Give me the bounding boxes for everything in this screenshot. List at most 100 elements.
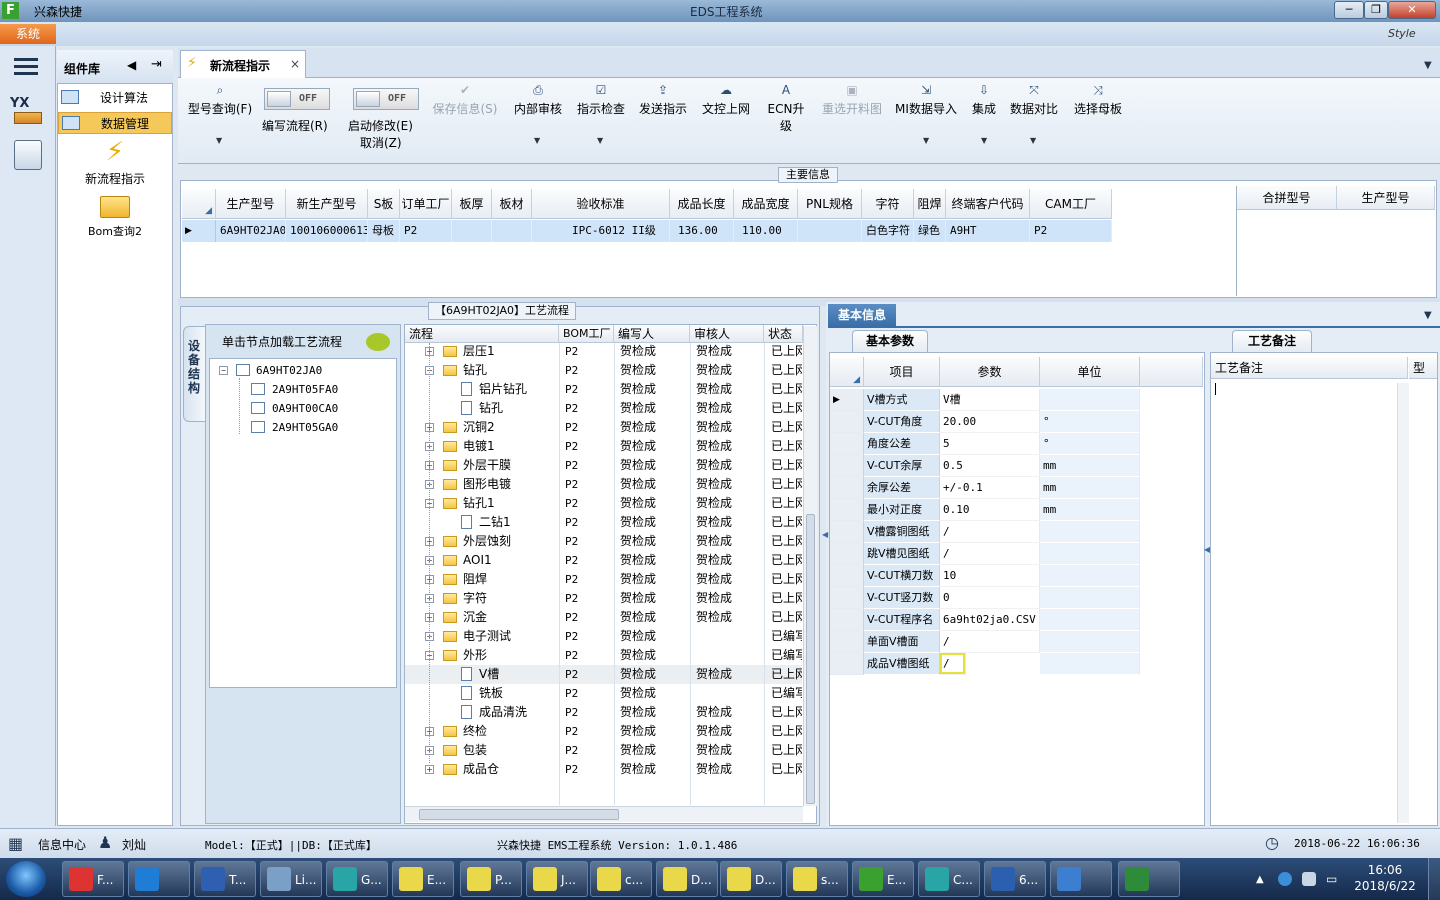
process-row[interactable]: + 字符 P2 贺检成 贺检成 已上网 xyxy=(405,589,802,608)
comp-item-data-management[interactable]: 数据管理 xyxy=(58,112,172,134)
model-query-button[interactable]: ⌕ 型号查询(F) xyxy=(184,84,256,117)
notes-scrollbar[interactable] xyxy=(1397,383,1409,823)
process-row[interactable]: 铣板 P2 贺检成 已编写 xyxy=(405,684,802,703)
taskbar-app-button[interactable]: J... xyxy=(526,861,588,897)
param-value-cell[interactable]: 0 xyxy=(940,587,1040,609)
main-cell[interactable]: A9HT xyxy=(946,220,1030,242)
param-row[interactable]: 单面V槽面 / xyxy=(830,631,1203,653)
dropdown-arrow-icon[interactable]: ▼ xyxy=(597,136,603,145)
restore-button[interactable]: ❐ xyxy=(1364,1,1388,19)
data-compare-button[interactable]: ⤧ 数据对比 xyxy=(1008,84,1060,117)
tree-node[interactable]: 0A9HT00CA0 xyxy=(248,399,388,418)
save-info-button[interactable]: ✔ 保存信息(S) xyxy=(430,84,500,117)
col-header-reviewer[interactable]: 审核人 xyxy=(690,325,764,343)
main-col-header[interactable]: 阻焊 xyxy=(914,189,946,219)
process-row[interactable]: − 钻孔1 P2 贺检成 贺检成 已上网 xyxy=(405,494,802,513)
merge-model-header[interactable]: 合拼型号 xyxy=(1237,186,1337,210)
process-row[interactable]: + 包装 P2 贺检成 贺检成 已上网 xyxy=(405,741,802,760)
param-row[interactable]: V-CUT横刀数 10 xyxy=(830,565,1203,587)
grid-corner[interactable]: ◢ xyxy=(182,189,216,219)
instruction-check-button[interactable]: ☑ 指示检查 xyxy=(575,84,627,117)
param-value-cell[interactable]: / xyxy=(940,521,1040,543)
tab-new-process[interactable]: ⚡ 新流程指示 × xyxy=(180,50,306,78)
param-row[interactable]: V-CUT角度 20.00 ° xyxy=(830,411,1203,433)
main-cell[interactable]: 白色字符 xyxy=(862,220,914,242)
process-row[interactable]: + 阻焊 P2 贺检成 贺检成 已上网 xyxy=(405,570,802,589)
param-row[interactable]: 余厚公差 +/-0.1 mm xyxy=(830,477,1203,499)
style-menu[interactable]: Style xyxy=(1388,27,1416,40)
param-row[interactable]: V-CUT余厚 0.5 mm xyxy=(830,455,1203,477)
taskbar-app-button[interactable]: T... xyxy=(194,861,256,897)
param-value-cell[interactable]: 0.5 xyxy=(940,455,1040,477)
close-button[interactable]: ✕ xyxy=(1388,1,1436,19)
param-row[interactable]: 角度公差 5 ° xyxy=(830,433,1203,455)
process-row[interactable]: + 层压1 P2 贺检成 贺检成 已上网 xyxy=(405,342,802,361)
col-header-process[interactable]: 流程 xyxy=(405,325,559,343)
process-row[interactable]: + 图形电镀 P2 贺检成 贺检成 已上网 xyxy=(405,475,802,494)
process-row[interactable]: V槽 P2 贺检成 贺检成 已上网 xyxy=(405,665,802,684)
col-header-param[interactable]: 参数 xyxy=(940,357,1040,387)
select-motherboard-button[interactable]: ⤨ 选择母板 xyxy=(1071,84,1125,117)
param-value-cell[interactable]: 10 xyxy=(940,565,1040,587)
main-cell[interactable]: IPC-6012 II级 xyxy=(532,220,670,242)
write-flow-toggle[interactable]: OFF xyxy=(264,88,330,110)
param-value-cell[interactable]: / xyxy=(940,543,1040,565)
param-row[interactable]: V-CUT竖刀数 0 xyxy=(830,587,1203,609)
main-cell[interactable] xyxy=(798,220,862,242)
taskbar-app-button[interactable]: 6... xyxy=(984,861,1046,897)
taskbar-app-button[interactable]: C... xyxy=(918,861,980,897)
main-col-header[interactable]: 订单工厂 xyxy=(400,189,452,219)
tray-network-icon[interactable] xyxy=(1278,872,1292,886)
param-row[interactable]: V-CUT程序名 6a9ht02ja0.CSV xyxy=(830,609,1203,631)
process-row[interactable]: + 成品仓 P2 贺检成 贺检成 已上网 xyxy=(405,760,802,779)
main-cell[interactable]: 10010600061320 xyxy=(286,220,368,242)
taskbar-app-button[interactable]: D... xyxy=(720,861,782,897)
process-row[interactable]: + AOI1 P2 贺检成 贺检成 已上网 xyxy=(405,551,802,570)
splitter-left-arrow-icon[interactable]: ◀ xyxy=(822,530,828,539)
main-cell[interactable]: P2 xyxy=(1030,220,1112,242)
minimize-button[interactable]: ─ xyxy=(1334,1,1364,19)
taskbar-app-button[interactable] xyxy=(1050,861,1112,897)
mi-data-import-button[interactable]: ⇲ MI数据导入 xyxy=(894,84,958,117)
taskbar-app-button[interactable]: s... xyxy=(786,861,848,897)
taskbar-app-button[interactable]: G... xyxy=(326,861,388,897)
param-row[interactable]: ▶ V槽方式 V槽 xyxy=(830,389,1203,411)
taskbar-app-button[interactable]: D... xyxy=(656,861,718,897)
process-row[interactable]: 铝片钻孔 P2 贺检成 贺检成 已上网 xyxy=(405,380,802,399)
tab-close-icon[interactable]: × xyxy=(290,57,300,71)
col-header-bom-factory[interactable]: BOM工厂 xyxy=(559,325,614,343)
main-cell[interactable]: 母板 xyxy=(368,220,400,242)
main-cell[interactable]: 6A9HT02JA0 xyxy=(216,220,286,242)
tab-list-dropdown-icon[interactable]: ▼ xyxy=(1424,60,1432,71)
expand-icon[interactable]: + xyxy=(425,765,434,774)
side-tab-device-structure[interactable]: 设备结构 xyxy=(183,326,205,422)
taskbar-clock[interactable]: 16:06 2018/6/22 xyxy=(1350,863,1420,893)
param-row[interactable]: 最小对正度 0.10 mm xyxy=(830,499,1203,521)
tab-basic-params[interactable]: 基本参数 xyxy=(852,330,928,352)
process-row[interactable]: + 沉铜2 P2 贺检成 贺检成 已上网 xyxy=(405,418,802,437)
process-row[interactable]: + 外层干膜 P2 贺检成 贺检成 已上网 xyxy=(405,456,802,475)
main-col-header[interactable]: 终端客户代码 xyxy=(946,189,1030,219)
process-row[interactable]: + 电镀1 P2 贺检成 贺检成 已上网 xyxy=(405,437,802,456)
main-col-header[interactable]: 字符 xyxy=(862,189,914,219)
send-instruction-button[interactable]: ⇪ 发送指示 xyxy=(637,84,689,117)
dropdown-arrow-icon[interactable]: ▼ xyxy=(1030,136,1036,145)
param-value-cell[interactable]: V槽 xyxy=(940,389,1040,411)
main-col-header[interactable]: PNL规格 xyxy=(798,189,862,219)
launcher-bom-query[interactable]: Bom查询2 xyxy=(58,196,172,242)
tray-expand-icon[interactable]: ▲ xyxy=(1256,874,1264,885)
param-value-cell[interactable]: 20.00 xyxy=(940,411,1040,433)
taskbar-app-button[interactable]: E... xyxy=(392,861,454,897)
process-vertical-scrollbar[interactable] xyxy=(803,326,817,806)
main-col-header[interactable]: S板 xyxy=(368,189,400,219)
process-row[interactable]: − 外形 P2 贺检成 已编写 xyxy=(405,646,802,665)
internal-review-button[interactable]: ⎙ 内部审核 xyxy=(512,84,564,117)
comp-item-design-algorithm[interactable]: 设计算法 xyxy=(58,87,172,109)
start-edit-toggle[interactable]: OFF xyxy=(353,88,419,110)
params-grid-corner[interactable]: ◢ xyxy=(830,357,864,387)
param-value-cell[interactable]: 5 xyxy=(940,433,1040,455)
taskbar-app-button[interactable] xyxy=(1118,861,1180,897)
tray-device-icon[interactable] xyxy=(1302,872,1316,886)
param-value-cell[interactable]: +/-0.1 xyxy=(940,477,1040,499)
basic-info-title[interactable]: 基本信息 xyxy=(828,304,896,326)
